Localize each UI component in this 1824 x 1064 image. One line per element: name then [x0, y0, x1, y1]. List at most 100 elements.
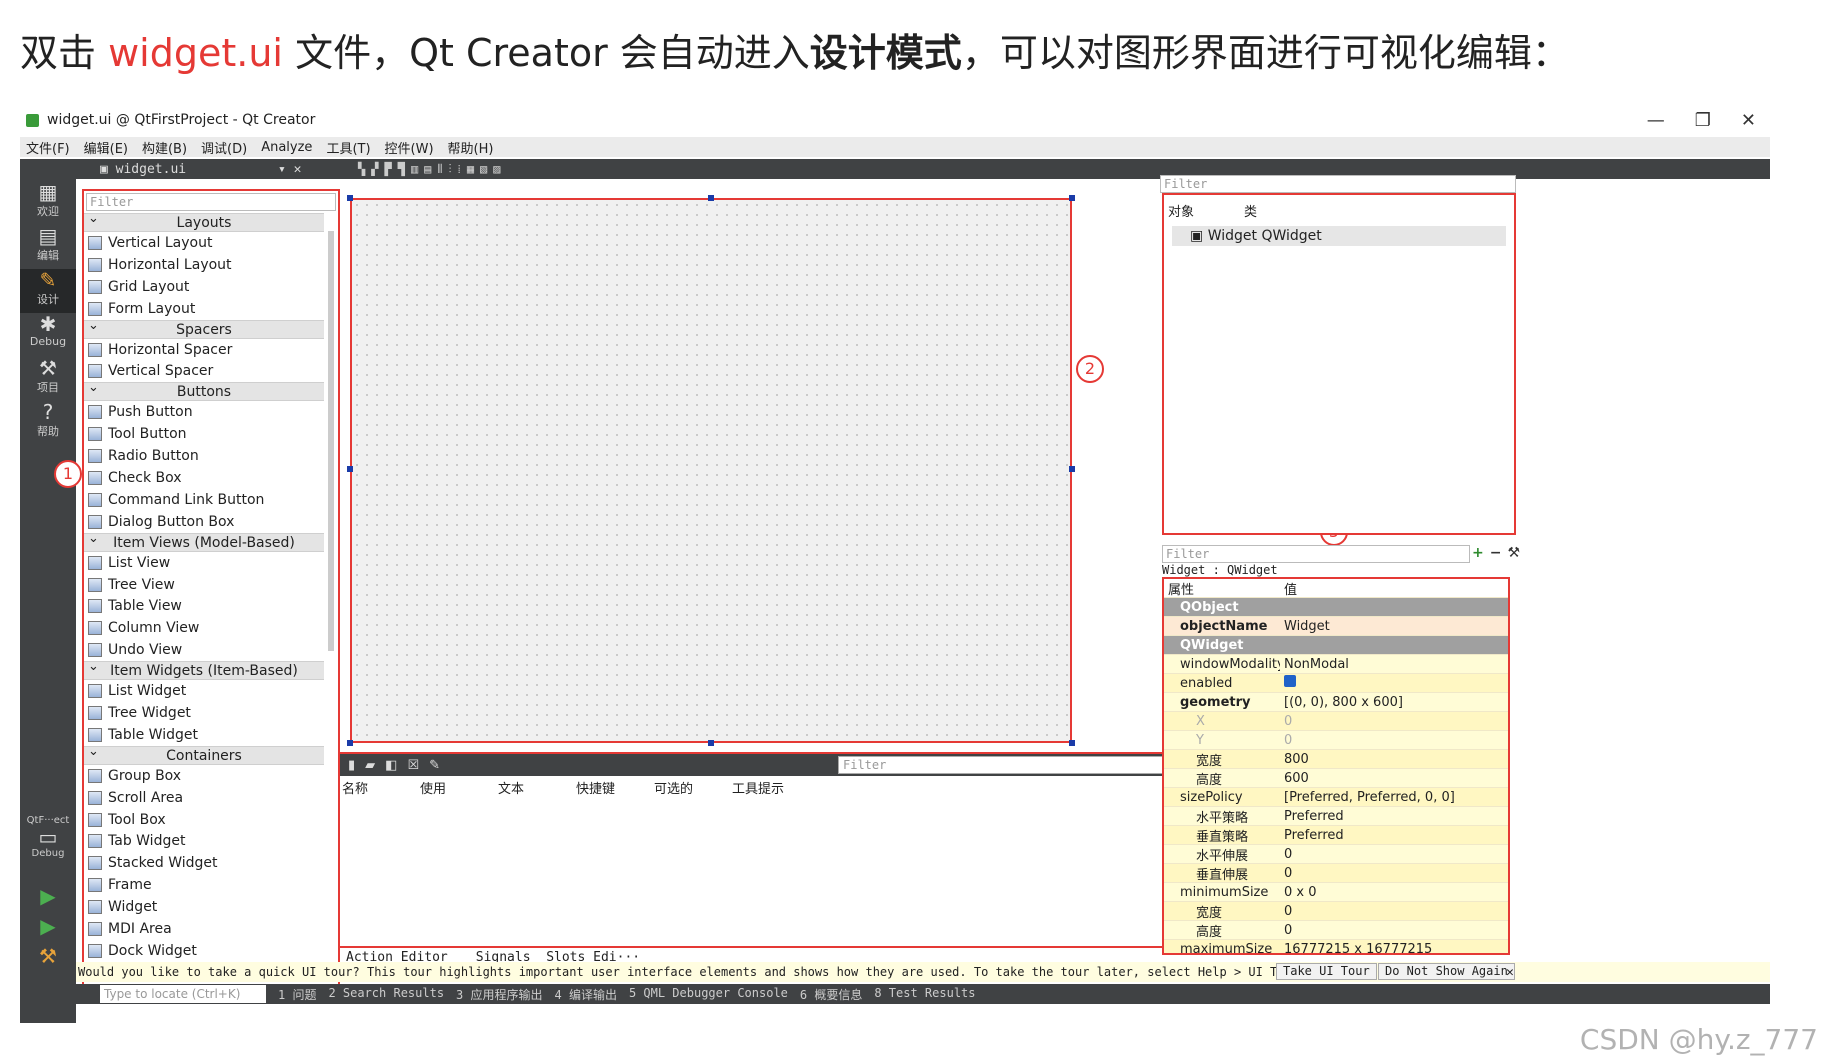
property-value[interactable]: 0	[1280, 733, 1508, 748]
property-value[interactable]: [(0, 0), 800 x 600]	[1280, 695, 1508, 710]
widget-item[interactable]: List View	[84, 552, 324, 574]
widget-item[interactable]: Tool Box	[84, 809, 324, 831]
close-tour-icon[interactable]: ✕	[1506, 965, 1514, 980]
new-action-icon[interactable]: ▮	[348, 758, 355, 773]
widget-item[interactable]: Widget	[84, 896, 324, 918]
property-row[interactable]: QWidget	[1164, 636, 1508, 655]
widget-item[interactable]: Tab Widget	[84, 830, 324, 852]
mode-welcome[interactable]: ▦ 欢迎	[20, 181, 76, 225]
debug-run-button[interactable]: ▶	[20, 915, 76, 943]
property-row[interactable]: windowModality NonModal	[1164, 655, 1508, 674]
property-row[interactable]: enabled	[1164, 674, 1508, 693]
object-filter-input[interactable]: Filter	[1160, 175, 1516, 193]
delete-action-icon[interactable]: ☒	[407, 758, 419, 773]
property-row[interactable]: sizePolicy [Preferred, Preferred, 0, 0]	[1164, 788, 1508, 807]
property-value[interactable]: [Preferred, Preferred, 0, 0]	[1280, 790, 1508, 805]
property-row[interactable]: 水平伸展 0	[1164, 845, 1508, 864]
resize-handle[interactable]	[708, 195, 714, 201]
edit-buddies-icon[interactable]: ▛	[384, 162, 391, 177]
property-row[interactable]: 垂直伸展 0	[1164, 864, 1508, 883]
widget-filter-input[interactable]: Filter	[86, 193, 336, 211]
mode-design[interactable]: ✎ 设计	[20, 269, 76, 313]
form-canvas[interactable]	[350, 198, 1072, 743]
menu-debug[interactable]: 调试(D)	[201, 138, 247, 157]
property-row[interactable]: minimumSize 0 x 0	[1164, 883, 1508, 902]
widget-item[interactable]: Grid Layout	[84, 276, 324, 298]
mode-projects[interactable]: ⚒ 项目	[20, 357, 76, 401]
widget-item[interactable]: Dialog Button Box	[84, 511, 324, 533]
close-button[interactable]: ✕	[1741, 110, 1756, 131]
widget-item[interactable]: Table View	[84, 595, 324, 617]
resize-handle[interactable]	[347, 466, 353, 472]
widget-item[interactable]: Tree Widget	[84, 702, 324, 724]
widget-item[interactable]: Vertical Layout	[84, 232, 324, 254]
widget-category[interactable]: Buttons	[84, 379, 324, 402]
locator-input[interactable]: Type to locate (Ctrl+K)	[100, 985, 266, 1003]
property-row[interactable]: 高度 600	[1164, 769, 1508, 788]
widget-box-scrollbar[interactable]	[328, 231, 334, 651]
layout-grid-icon[interactable]: ▦	[467, 162, 474, 177]
minimize-button[interactable]: —	[1647, 110, 1665, 131]
output-tab[interactable]: 4 编译输出	[555, 986, 617, 1003]
property-value[interactable]	[1280, 675, 1508, 691]
widget-item[interactable]: Column View	[84, 617, 324, 639]
property-value[interactable]: 0	[1280, 923, 1508, 938]
widget-item[interactable]: Dock Widget	[84, 940, 324, 962]
property-value[interactable]: 0	[1280, 847, 1508, 862]
kit-selector[interactable]: QtF···ect ▭ Debug	[20, 815, 76, 875]
property-value[interactable]: 0	[1280, 904, 1508, 919]
widget-item[interactable]: Horizontal Spacer	[84, 339, 324, 361]
widget-item[interactable]: List Widget	[84, 680, 324, 702]
configure-icon[interactable]: ✎	[429, 758, 440, 773]
property-value[interactable]: Widget	[1280, 619, 1508, 634]
widget-item[interactable]: Frame	[84, 874, 324, 896]
widget-category[interactable]: Spacers	[84, 317, 324, 339]
output-tab[interactable]: 6 概要信息	[800, 986, 862, 1003]
edit-signals-icon[interactable]: ▞	[371, 162, 378, 177]
layout-form-icon[interactable]: ⁞	[457, 162, 460, 177]
menu-edit[interactable]: 编辑(E)	[84, 138, 128, 157]
widget-item[interactable]: Horizontal Layout	[84, 254, 324, 276]
property-row[interactable]: 高度 0	[1164, 921, 1508, 940]
copy-action-icon[interactable]: ▰	[365, 758, 375, 773]
maximize-button[interactable]: ❐	[1695, 110, 1711, 131]
menu-controls[interactable]: 控件(W)	[385, 138, 434, 157]
output-tab[interactable]: 5 QML Debugger Console	[629, 986, 788, 1003]
widget-item[interactable]: Group Box	[84, 765, 324, 787]
edit-tab-order-icon[interactable]: ▜	[398, 162, 405, 177]
property-value[interactable]: 600	[1280, 771, 1508, 786]
adjust-size-icon[interactable]: ▨	[493, 162, 500, 177]
menu-tools[interactable]: 工具(T)	[326, 138, 370, 157]
mode-edit[interactable]: ▤ 编辑	[20, 225, 76, 269]
property-value[interactable]: 0 x 0	[1280, 885, 1508, 900]
widget-item[interactable]: Check Box	[84, 467, 324, 489]
property-row[interactable]: 垂直策略 Preferred	[1164, 826, 1508, 845]
widget-item[interactable]: Vertical Spacer	[84, 360, 324, 382]
output-tab[interactable]: 3 应用程序输出	[456, 986, 542, 1003]
mode-help[interactable]: ? 帮助	[20, 401, 76, 445]
property-row[interactable]: 水平策略 Preferred	[1164, 807, 1508, 826]
take-tour-button[interactable]: Take UI Tour	[1276, 963, 1377, 980]
property-value[interactable]: 800	[1280, 752, 1508, 767]
split-horizontal-icon[interactable]: ⫴	[437, 162, 442, 177]
edit-widgets-icon[interactable]: ▚	[358, 162, 365, 177]
property-row[interactable]: QObject	[1164, 598, 1508, 617]
property-filter-input[interactable]: Filter	[1162, 545, 1470, 563]
widget-item[interactable]: Undo View	[84, 639, 324, 661]
widget-item[interactable]: Radio Button	[84, 445, 324, 467]
property-row[interactable]: Y0	[1164, 731, 1508, 750]
dismiss-tour-button[interactable]: Do Not Show Again	[1378, 963, 1515, 980]
output-tab[interactable]: 2 Search Results	[328, 986, 444, 1003]
resize-handle[interactable]	[708, 740, 714, 746]
resize-handle[interactable]	[1069, 195, 1075, 201]
widget-item[interactable]: Tool Button	[84, 423, 324, 445]
property-row[interactable]: 宽度 0	[1164, 902, 1508, 921]
property-row[interactable]: maximumSize 16777215 x 16777215	[1164, 940, 1508, 953]
property-value[interactable]: 0	[1280, 714, 1508, 729]
widget-item[interactable]: Push Button	[84, 401, 324, 423]
widget-category[interactable]: Item Views (Model-Based)	[84, 530, 324, 552]
layout-horizontal-icon[interactable]: ▥	[411, 162, 418, 177]
widget-item[interactable]: MDI Area	[84, 918, 324, 940]
resize-handle[interactable]	[347, 740, 353, 746]
widget-category[interactable]: Containers	[84, 743, 324, 765]
